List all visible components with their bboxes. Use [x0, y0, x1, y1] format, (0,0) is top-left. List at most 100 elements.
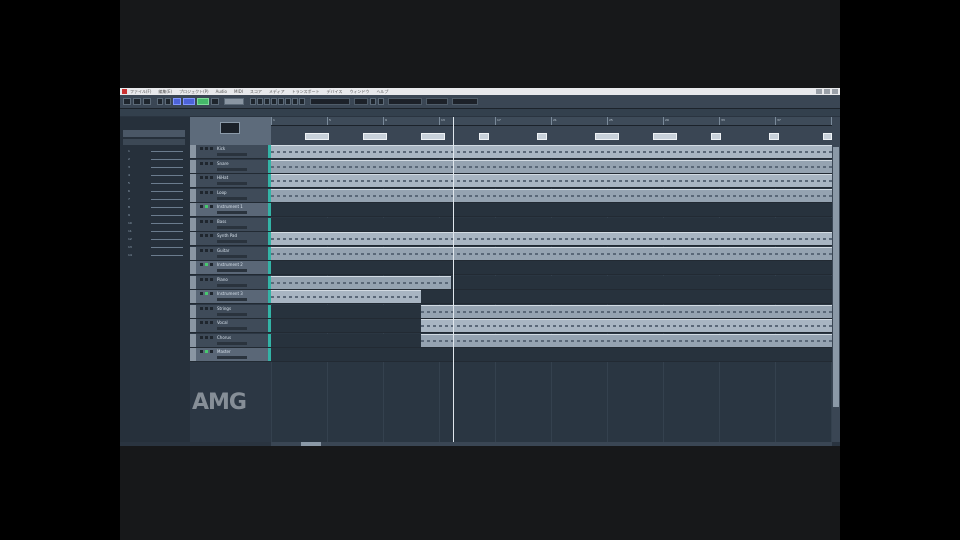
- solo-button[interactable]: [205, 277, 208, 281]
- play-button[interactable]: [197, 98, 209, 105]
- color-select[interactable]: [452, 98, 478, 105]
- inspector-tabs[interactable]: [123, 139, 185, 145]
- audio-event[interactable]: [271, 290, 421, 303]
- vertical-scrollbar[interactable]: [832, 117, 840, 442]
- mute-button[interactable]: [200, 248, 203, 252]
- quantize-select[interactable]: [426, 98, 448, 105]
- inspector-row[interactable]: 2: [123, 156, 185, 163]
- audio-event[interactable]: [271, 232, 832, 245]
- marker[interactable]: [537, 133, 547, 140]
- snap-type-select[interactable]: [354, 98, 368, 105]
- inspector-row[interactable]: 5: [123, 180, 185, 187]
- track-controls[interactable]: [217, 167, 247, 171]
- track-lane[interactable]: [271, 188, 832, 203]
- track-controls[interactable]: [217, 298, 247, 301]
- mute-button[interactable]: [200, 147, 203, 150]
- solo-button[interactable]: [205, 234, 208, 237]
- track-select-tab[interactable]: [190, 348, 196, 361]
- audio-event[interactable]: [271, 159, 832, 173]
- track-lane[interactable]: [271, 290, 832, 304]
- mute-tool[interactable]: [292, 98, 298, 105]
- track-filter-select[interactable]: [220, 122, 240, 134]
- record-enable-button[interactable]: [210, 277, 213, 281]
- record-enable-button[interactable]: [210, 292, 213, 295]
- erase-tool[interactable]: [278, 98, 284, 105]
- solo-button[interactable]: [205, 263, 208, 266]
- inspector-row[interactable]: 8: [123, 204, 185, 211]
- solo-button[interactable]: [205, 219, 208, 223]
- inspector-row[interactable]: 1: [123, 148, 185, 155]
- autoscroll-field[interactable]: [310, 98, 350, 105]
- inspector-row[interactable]: 9: [123, 212, 185, 219]
- track-lane[interactable]: [271, 275, 832, 290]
- inspector-row[interactable]: 7: [123, 196, 185, 203]
- track-header[interactable]: Chorus: [190, 333, 271, 348]
- track-controls[interactable]: [217, 254, 247, 258]
- marker[interactable]: [653, 133, 677, 140]
- track-header[interactable]: Instrument 2: [190, 261, 271, 275]
- record-enable-button[interactable]: [210, 190, 213, 194]
- inspector-row[interactable]: 4: [123, 172, 185, 179]
- track-controls[interactable]: [217, 327, 247, 330]
- solo-button[interactable]: [205, 147, 208, 150]
- track-select-tab[interactable]: [190, 261, 196, 274]
- project-cursor[interactable]: [453, 117, 454, 442]
- inspector-row[interactable]: 3: [123, 164, 185, 171]
- audio-event[interactable]: [421, 304, 832, 318]
- track-lane[interactable]: [271, 145, 832, 159]
- timeline-ruler[interactable]: 1591317212529333741: [271, 117, 837, 126]
- audio-event[interactable]: [271, 145, 832, 158]
- record-enable-button[interactable]: [210, 350, 213, 353]
- track-header[interactable]: HiHat: [190, 174, 271, 188]
- zoom-tool[interactable]: [285, 98, 291, 105]
- track-controls[interactable]: [217, 312, 247, 316]
- track-lane[interactable]: [271, 217, 832, 232]
- track-lane[interactable]: [271, 319, 832, 333]
- track-select-tab[interactable]: [190, 290, 196, 303]
- glue-tool[interactable]: [271, 98, 277, 105]
- marker[interactable]: [823, 133, 832, 140]
- mute-button[interactable]: [200, 190, 203, 194]
- mute-button[interactable]: [200, 292, 203, 295]
- draw-tool[interactable]: [299, 98, 305, 105]
- maximize-button[interactable]: [824, 89, 830, 94]
- inspector-row[interactable]: 6: [123, 188, 185, 195]
- solo-button[interactable]: [205, 190, 208, 194]
- track-select-tab[interactable]: [190, 246, 196, 260]
- record-enable-button[interactable]: [210, 161, 213, 165]
- menu-item[interactable]: 編集(E): [158, 88, 172, 95]
- menu-item[interactable]: ファイル(F): [130, 88, 151, 95]
- track-header[interactable]: Master: [190, 348, 271, 362]
- mute-button[interactable]: [200, 350, 203, 353]
- grid-type-select[interactable]: [388, 98, 422, 105]
- track-select-tab[interactable]: [190, 145, 196, 158]
- inspector-row[interactable]: 13: [123, 244, 185, 251]
- mute-button[interactable]: [200, 306, 203, 310]
- track-controls[interactable]: [217, 225, 247, 229]
- inspector-header[interactable]: [123, 130, 185, 137]
- track-controls[interactable]: [217, 153, 247, 156]
- marker[interactable]: [595, 133, 619, 140]
- track-controls[interactable]: [217, 211, 247, 214]
- marker[interactable]: [479, 133, 489, 140]
- menu-item[interactable]: ウィンドウ: [349, 88, 369, 95]
- cycle-button[interactable]: [173, 98, 181, 105]
- audio-event[interactable]: [271, 188, 832, 202]
- record-enable-button[interactable]: [210, 176, 213, 179]
- solo-button[interactable]: [205, 350, 208, 353]
- marker[interactable]: [363, 133, 387, 140]
- forward-button[interactable]: [165, 98, 171, 105]
- track-controls[interactable]: [217, 240, 247, 243]
- track-select-tab[interactable]: [190, 174, 196, 187]
- track-lane[interactable]: [271, 159, 832, 174]
- track-select-tab[interactable]: [190, 275, 196, 289]
- marker[interactable]: [305, 133, 329, 140]
- mute-button[interactable]: [200, 219, 203, 223]
- track-header[interactable]: Vocal: [190, 319, 271, 333]
- track-lane[interactable]: [271, 261, 832, 275]
- mute-button[interactable]: [200, 277, 203, 281]
- constrain-delay-button[interactable]: [133, 98, 141, 105]
- stop-button[interactable]: [183, 98, 195, 105]
- horizontal-scrollbar[interactable]: [271, 442, 832, 446]
- track-header[interactable]: Snare: [190, 159, 271, 174]
